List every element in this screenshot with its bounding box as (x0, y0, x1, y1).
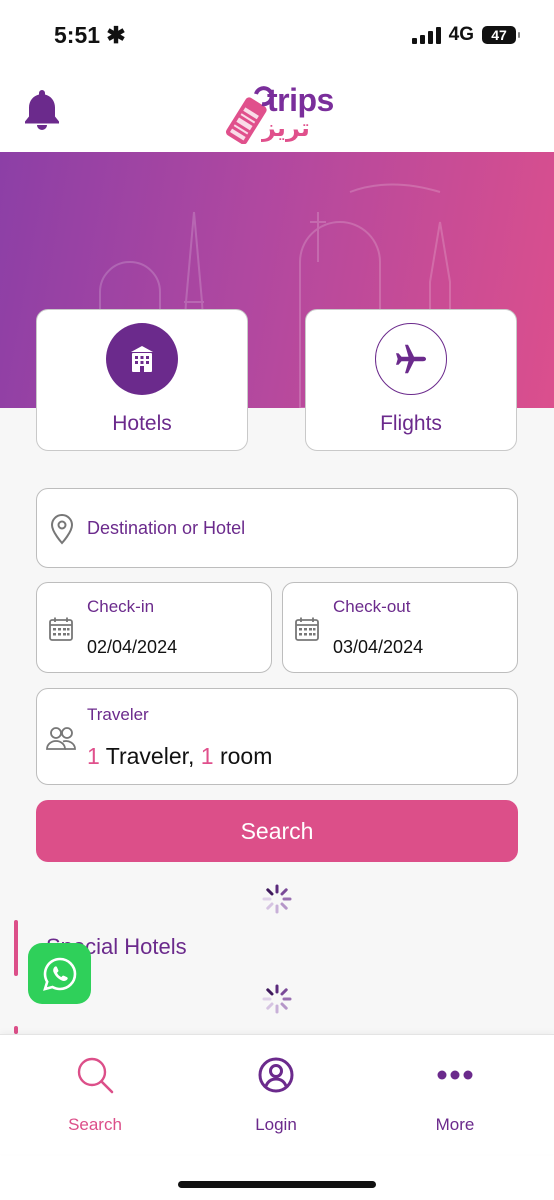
nav-label-more: More (435, 1115, 475, 1134)
location-pin-icon (50, 513, 74, 545)
users-icon (46, 727, 76, 750)
traveler-count: 1 (87, 743, 100, 769)
traveler-label: Traveler (87, 705, 149, 724)
signal-icon (411, 26, 441, 44)
loading-spinner-icon (262, 884, 292, 914)
hotel-icon (131, 346, 153, 372)
nav-item-search[interactable]: Search (20, 1035, 170, 1155)
traveler-word: Traveler, (99, 743, 201, 769)
traveler-field[interactable]: Traveler 1 Traveler, 1 room (36, 688, 518, 785)
traveler-value: 1 Traveler, 1 room (87, 743, 272, 770)
calendar-icon (295, 617, 319, 641)
room-count: 1 (200, 743, 214, 769)
logo-arabic-text: تريز (262, 114, 310, 142)
checkin-value: 02/04/2024 (87, 637, 178, 657)
whatsapp-button[interactable] (28, 943, 91, 1004)
nav-label-login: Login (255, 1115, 297, 1134)
app-header: trips تريز (0, 70, 554, 152)
nav-label-search: Search (68, 1115, 122, 1134)
bottom-nav: Search Login More (0, 1034, 554, 1154)
status-indicators: 4G 47 (411, 24, 520, 46)
user-circle-icon (256, 1055, 296, 1095)
tab-hotels-label: Hotels (112, 412, 172, 435)
room-word: room (213, 743, 273, 769)
airplane-icon-circle (375, 323, 447, 395)
nav-item-login[interactable]: Login (201, 1035, 351, 1155)
section-accent-bar (14, 920, 18, 976)
destination-field[interactable]: Destination or Hotel (36, 488, 518, 568)
checkout-label: Check-out (333, 597, 411, 616)
search-icon (75, 1055, 115, 1095)
nav-item-more[interactable]: More (380, 1035, 530, 1155)
network-type: 4G (448, 24, 474, 45)
hotel-icon-circle (106, 323, 178, 395)
battery-icon: 47 (482, 26, 520, 44)
calendar-icon (49, 617, 73, 641)
whatsapp-icon (42, 957, 76, 991)
status-time-text: 5:51 (54, 22, 101, 48)
airplane-icon (396, 344, 426, 374)
activity-asterisk-icon: ✱ (100, 22, 126, 48)
tab-flights-label: Flights (380, 412, 442, 435)
more-dots-icon (435, 1055, 475, 1095)
checkout-value: 03/04/2024 (333, 637, 424, 657)
status-bar: 5:51 ✱ 4G 47 (0, 0, 554, 70)
tab-flights[interactable]: Flights (305, 309, 517, 451)
checkin-field[interactable]: Check-in 02/04/2024 (36, 582, 272, 673)
status-time: 5:51 ✱ (54, 22, 126, 49)
tab-hotels[interactable]: Hotels (36, 309, 248, 451)
checkin-label: Check-in (87, 597, 155, 616)
home-indicator (178, 1181, 376, 1188)
section-accent-bar (14, 1026, 18, 1034)
notification-bell-icon[interactable] (22, 88, 62, 130)
destination-placeholder: Destination or Hotel (87, 518, 246, 538)
loading-spinner-icon (262, 984, 292, 1014)
search-button[interactable]: Search (36, 800, 518, 862)
checkout-field[interactable]: Check-out 03/04/2024 (282, 582, 518, 673)
